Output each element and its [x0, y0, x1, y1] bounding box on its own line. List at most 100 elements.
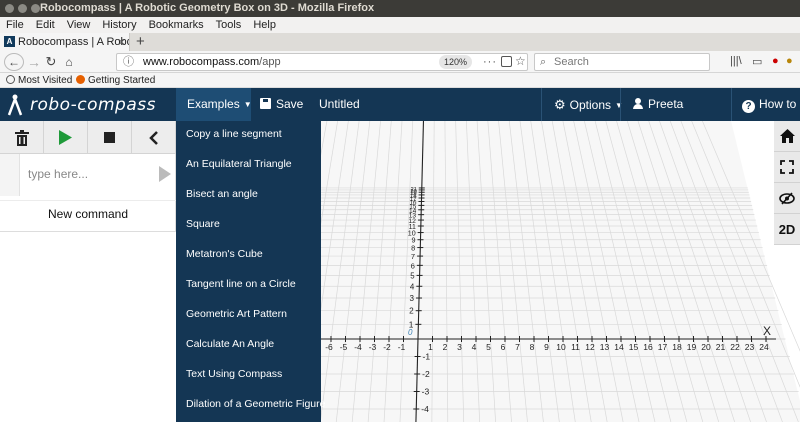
play-icon[interactable]	[44, 121, 88, 154]
caret-down-icon: ▼	[243, 100, 252, 109]
options-menu-button[interactable]: ⚙ Options ▼	[541, 88, 623, 121]
window-close-button[interactable]	[5, 4, 14, 13]
example-metatrons-cube[interactable]: Metatron's Cube	[176, 241, 321, 271]
y-tick-label: -3	[422, 387, 430, 397]
window-maximize-button[interactable]	[31, 4, 40, 13]
compass-logo-icon	[7, 94, 23, 115]
y-tick-label: -1	[423, 352, 431, 362]
browser-menu-bar: File Edit View History Bookmarks Tools H…	[0, 17, 800, 33]
x-tick-label: 7	[515, 342, 520, 352]
bookmark-most-visited[interactable]: Most Visited	[6, 73, 72, 88]
app-header: robo-compass Examples ▼ Save Untitled ⚙ Op…	[0, 88, 800, 144]
reload-icon[interactable]: ↻	[44, 53, 58, 71]
navigation-bar: ← → ↻ ⌂ ⓘ www.robocompass.com/app 120% ·…	[0, 51, 800, 73]
x-tick-label: 12	[585, 342, 595, 352]
search-placeholder: Search	[554, 56, 589, 68]
menu-edit[interactable]: Edit	[36, 17, 55, 33]
x-tick-label: 15	[629, 342, 639, 352]
eye-slash-icon[interactable]	[774, 183, 800, 214]
document-title[interactable]: Untitled	[319, 88, 360, 121]
run-command-arrow-icon[interactable]	[159, 166, 171, 182]
new-command-button[interactable]: New command	[0, 200, 176, 226]
tab-robocompass[interactable]: A Robocompass | A Robot ×	[0, 33, 130, 51]
home-view-icon[interactable]	[774, 121, 800, 152]
example-equilateral-triangle[interactable]: An Equilateral Triangle	[176, 151, 321, 181]
library-icon[interactable]: |||\	[730, 55, 742, 67]
forward-arrow-icon[interactable]: →	[27, 53, 41, 71]
example-square[interactable]: Square	[176, 211, 321, 241]
menu-file[interactable]: File	[6, 17, 24, 33]
menu-help[interactable]: Help	[253, 17, 276, 33]
example-geometric-art-pattern[interactable]: Geometric Art Pattern	[176, 301, 321, 331]
examples-menu-button[interactable]: Examples ▼	[176, 88, 252, 121]
user-menu-button[interactable]: Preeta Pattar▼	[620, 88, 723, 144]
ublock-icon[interactable]: ●	[772, 55, 779, 67]
window-minimize-button[interactable]	[18, 4, 27, 13]
menu-tools[interactable]: Tools	[216, 17, 242, 33]
new-tab-button[interactable]: +	[136, 33, 145, 50]
x-tick-label: -1	[398, 342, 406, 352]
example-text-using-compass[interactable]: Text Using Compass	[176, 361, 321, 391]
trash-icon[interactable]	[0, 121, 44, 154]
url-text[interactable]: www.robocompass.com/app	[143, 54, 281, 70]
x-axis-label: X	[763, 324, 771, 338]
view-mode-2d-toggle[interactable]: 2D	[774, 214, 800, 245]
home-icon[interactable]: ⌂	[62, 53, 76, 71]
example-bisect-angle[interactable]: Bisect an angle	[176, 181, 321, 211]
tab-title: Robocompass | A Robot	[18, 36, 130, 48]
command-input[interactable]: type here...	[28, 167, 88, 181]
y-tick-label: 6	[411, 261, 415, 270]
x-tick-label: 8	[530, 342, 535, 352]
stop-icon[interactable]	[88, 121, 132, 154]
gear-icon: ⚙	[554, 97, 566, 112]
command-row: type here...	[0, 154, 176, 196]
x-tick-label: 13	[600, 342, 610, 352]
how-to-button[interactable]: ? How to	[731, 88, 800, 121]
examples-dropdown: Copy a line segment An Equilateral Trian…	[176, 121, 325, 422]
example-tangent-line-circle[interactable]: Tangent line on a Circle	[176, 271, 321, 301]
x-tick-label: 24	[759, 342, 769, 352]
site-info-icon[interactable]: ⓘ	[123, 54, 134, 70]
bookmark-getting-started[interactable]: Getting Started	[76, 73, 155, 88]
gear-icon	[6, 75, 15, 84]
back-arrow-icon[interactable]: ←	[4, 53, 24, 71]
x-tick-label: 4	[472, 342, 477, 352]
url-bar[interactable]: ⓘ www.robocompass.com/app 120% ··· ☆	[116, 53, 528, 71]
example-dilation-geometric-figure[interactable]: Dilation of a Geometric Figure	[176, 391, 325, 421]
view-controls: 2D	[774, 121, 800, 245]
menu-bookmarks[interactable]: Bookmarks	[149, 17, 204, 33]
example-copy-line-segment[interactable]: Copy a line segment	[176, 121, 321, 151]
robocompass-logo[interactable]: robo-compass	[6, 91, 156, 118]
menu-view[interactable]: View	[67, 17, 91, 33]
y-tick-label: 7	[411, 252, 415, 261]
x-tick-label: 6	[501, 342, 506, 352]
example-calculate-angle[interactable]: Calculate An Angle	[176, 331, 321, 361]
geometry-canvas[interactable]: -6 -5 -4 -3 -2 -1 1 2 3 4 5 6 7 8 9 10 11 12 13 14 15 16 17 18 1…	[321, 121, 800, 422]
x-tick-label: 10	[556, 342, 566, 352]
tab-close-icon[interactable]: ×	[118, 33, 125, 51]
x-tick-label: 9	[544, 342, 549, 352]
coordinate-grid[interactable]: -6 -5 -4 -3 -2 -1 1 2 3 4 5 6 7 8 9 10 11 12 13 14 15 16 17 18 1…	[321, 121, 800, 422]
origin-label: 0	[408, 328, 413, 337]
y-tick-label: 4	[410, 282, 415, 291]
x-tick-label: 20	[701, 342, 711, 352]
bookmark-star-icon[interactable]: ☆	[515, 53, 526, 69]
chevron-left-icon[interactable]	[132, 121, 176, 154]
x-tick-label: 5	[486, 342, 491, 352]
fullscreen-icon[interactable]	[774, 152, 800, 183]
sidebar-icon[interactable]: ▭	[752, 55, 762, 68]
firefox-icon	[76, 75, 85, 84]
page-actions-icon[interactable]: ···	[483, 54, 497, 70]
extension-icon[interactable]: ●	[786, 55, 793, 67]
zoom-level-badge[interactable]: 120%	[439, 55, 473, 69]
search-icon: ⌕	[540, 56, 547, 68]
x-tick-label: 23	[745, 342, 755, 352]
x-tick-label: -4	[354, 342, 362, 352]
pocket-icon[interactable]	[501, 56, 512, 67]
menu-history[interactable]: History	[102, 17, 136, 33]
y-tick-label: -4	[421, 404, 429, 414]
x-tick-label: -2	[383, 342, 391, 352]
search-field[interactable]: ⌕ Search	[534, 53, 710, 71]
save-button[interactable]: Save	[260, 88, 303, 121]
x-tick-label: 21	[716, 342, 726, 352]
